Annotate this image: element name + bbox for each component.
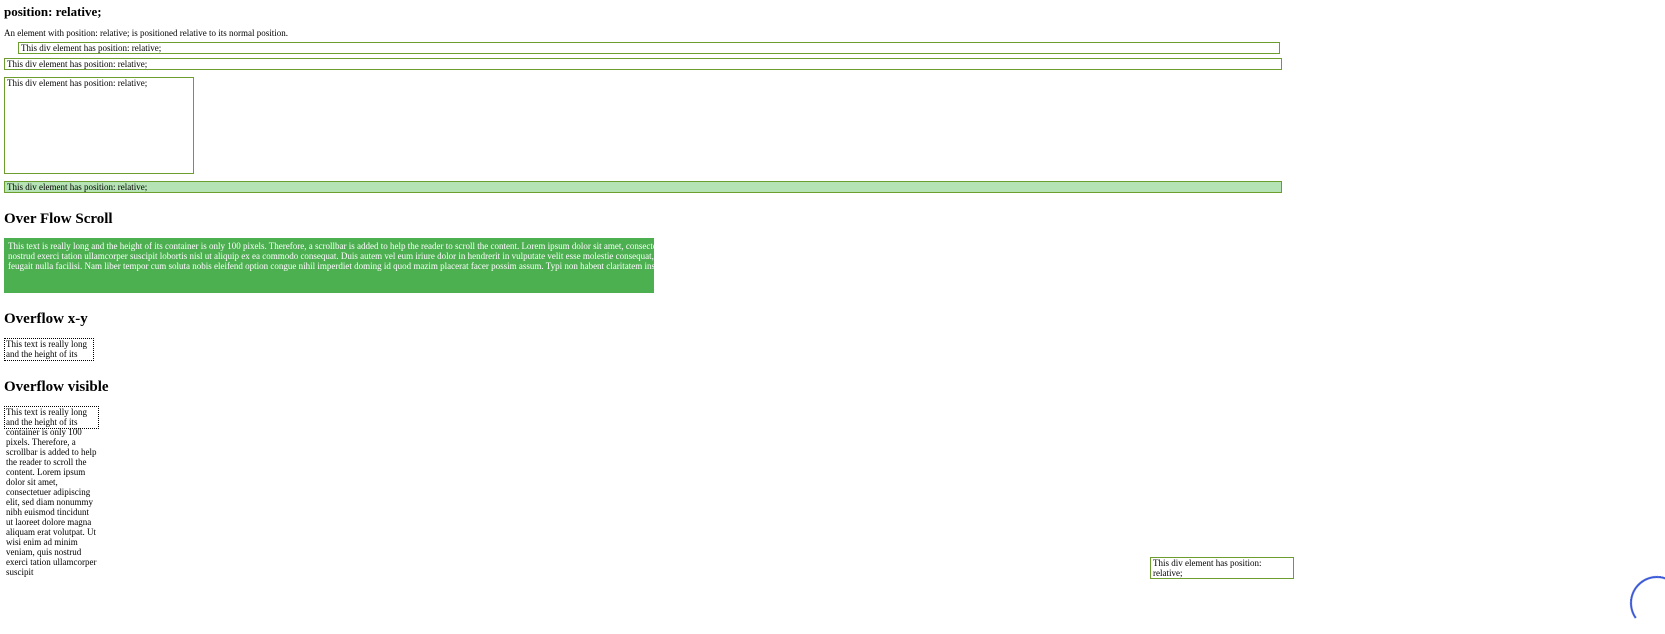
overflow-xy-text: This text is really long and the height … xyxy=(6,339,92,361)
decorative-curve xyxy=(1626,572,1665,634)
relative-box-1: This div element has position: relative; xyxy=(18,42,1280,54)
relative-box-4: This div element has position: relative; xyxy=(4,181,1282,193)
relative-box-2: This div element has position: relative; xyxy=(4,58,1282,70)
heading-overflow-scroll: Over Flow Scroll xyxy=(4,211,1665,228)
relative-box-fragment: This div element has position: relative; xyxy=(1150,557,1294,579)
overflow-xy-box[interactable]: This text is really long and the height … xyxy=(4,338,94,361)
overflow-visible-text: This text is really long and the height … xyxy=(6,407,97,577)
heading-position-relative: position: relative; xyxy=(4,4,1665,20)
relative-box-3: This div element has position: relative; xyxy=(4,77,194,174)
heading-overflow-xy: Overflow x-y xyxy=(4,311,1665,328)
overflow-scroll-box[interactable]: This text is really long and the height … xyxy=(4,238,654,293)
desc-position-relative: An element with position: relative; is p… xyxy=(4,28,1665,38)
heading-overflow-visible: Overflow visible xyxy=(4,379,1665,396)
overflow-visible-box: This text is really long and the height … xyxy=(4,406,99,429)
overflow-scroll-text: This text is really long and the height … xyxy=(8,241,654,271)
